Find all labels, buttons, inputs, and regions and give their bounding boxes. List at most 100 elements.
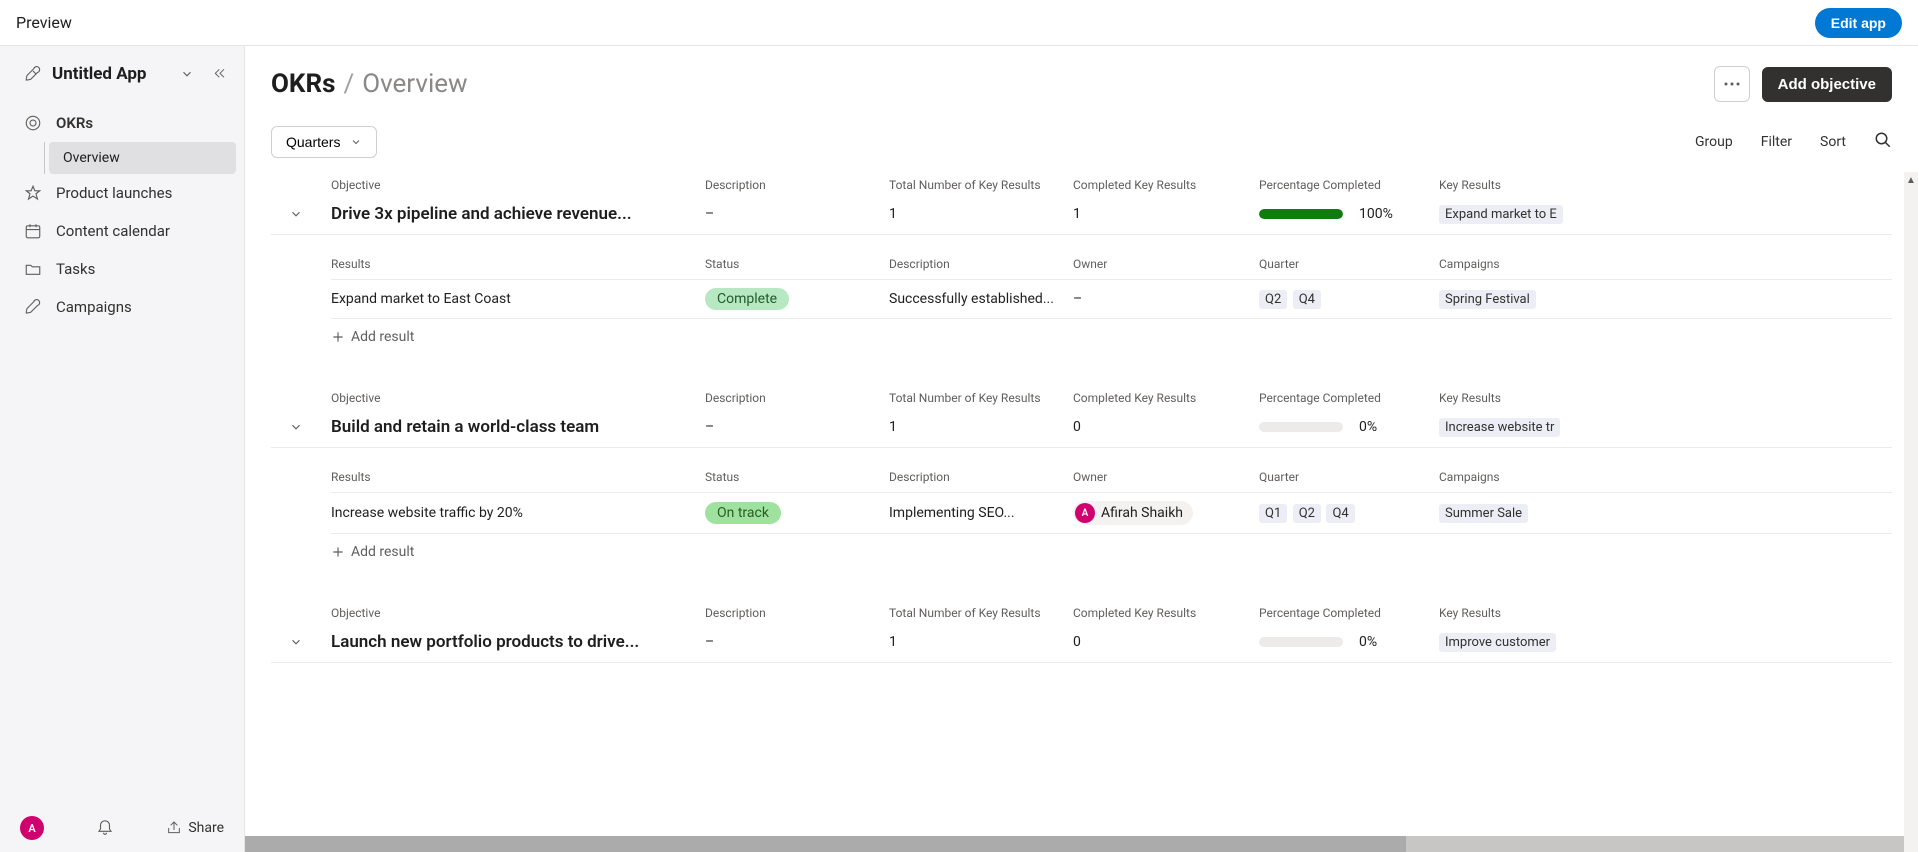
progress-bar: [1259, 422, 1343, 432]
sidebar-subitem-overview[interactable]: Overview: [49, 142, 236, 174]
breadcrumb-page: Overview: [362, 69, 467, 99]
campaign-tag[interactable]: Spring Festival: [1439, 290, 1536, 309]
topbar: Preview Edit app: [0, 0, 1918, 46]
objective-description: –: [705, 206, 889, 222]
result-description: Implementing SEO...: [889, 505, 1073, 521]
sidebar-footer: A Share: [0, 804, 244, 852]
quarter-tag[interactable]: Q4: [1326, 504, 1354, 523]
campaign-tag[interactable]: Summer Sale: [1439, 504, 1528, 523]
sidebar-item-tasks[interactable]: Tasks: [8, 250, 236, 288]
col-owner: Owner: [1073, 470, 1259, 484]
filter-button[interactable]: Filter: [1761, 134, 1792, 150]
expand-toggle[interactable]: [271, 635, 331, 649]
col-objective: Objective: [331, 606, 705, 620]
pct-text: 0%: [1359, 634, 1377, 650]
quarter-tag[interactable]: Q4: [1293, 290, 1321, 309]
col-description: Description: [705, 178, 889, 192]
scroll-up-arrow[interactable]: ▲: [1904, 172, 1918, 188]
col-objective: Objective: [331, 178, 705, 192]
objective-row[interactable]: Build and retain a world-class team–100%…: [271, 411, 1892, 448]
col-completed: Completed Key Results: [1073, 606, 1259, 620]
rocket-icon: [24, 298, 42, 316]
col-completed: Completed Key Results: [1073, 391, 1259, 405]
plus-icon: [331, 545, 345, 559]
quarters-dropdown[interactable]: Quarters: [271, 126, 377, 158]
objective-row[interactable]: Launch new portfolio products to drive..…: [271, 626, 1892, 663]
result-status: On track: [705, 502, 889, 524]
toolbar: Quarters Group Filter Sort: [245, 126, 1918, 172]
result-campaigns: Summer Sale: [1439, 504, 1599, 523]
result-name: Expand market to East Coast: [331, 291, 705, 307]
key-result-tag[interactable]: Improve customer: [1439, 633, 1556, 652]
objective-key-results: Improve customer: [1439, 633, 1599, 652]
breadcrumb-root[interactable]: OKRs: [271, 69, 335, 99]
objective-pct: 0%: [1259, 419, 1439, 435]
col-status: Status: [705, 257, 889, 271]
sidebar-item-campaigns[interactable]: Campaigns: [8, 288, 236, 326]
result-owner: AAfirah Shaikh: [1073, 501, 1259, 525]
objective-description: –: [705, 634, 889, 650]
objective-header-row: ObjectiveDescriptionTotal Number of Key …: [271, 172, 1892, 198]
horizontal-scrollbar[interactable]: [245, 836, 1904, 852]
objective-header-row: ObjectiveDescriptionTotal Number of Key …: [271, 600, 1892, 626]
add-result-button[interactable]: Add result: [331, 534, 1892, 570]
sidebar-item-label: OKRs: [56, 114, 93, 132]
target-icon: [24, 114, 42, 132]
objective-key-results: Increase website tr: [1439, 418, 1599, 437]
objective-group: ObjectiveDescriptionTotal Number of Key …: [271, 385, 1918, 570]
col-res-description: Description: [889, 257, 1073, 271]
edit-app-button[interactable]: Edit app: [1815, 8, 1902, 38]
preview-label: Preview: [16, 13, 72, 32]
objective-row[interactable]: Drive 3x pipeline and achieve revenue...…: [271, 198, 1892, 235]
sidebar-item-okrs[interactable]: OKRs: [8, 104, 236, 142]
objective-total: 1: [889, 634, 1073, 650]
col-pct: Percentage Completed: [1259, 391, 1439, 405]
plus-icon: [331, 330, 345, 344]
sort-button[interactable]: Sort: [1820, 134, 1846, 150]
objective-total: 1: [889, 206, 1073, 222]
quarter-tag[interactable]: Q2: [1259, 290, 1287, 309]
main-area: OKRs / Overview Add objective Quarters G…: [245, 46, 1918, 852]
search-button[interactable]: [1874, 131, 1892, 153]
objective-pct: 100%: [1259, 206, 1439, 222]
sidebar-item-product-launches[interactable]: Product launches: [8, 174, 236, 212]
chevron-down-icon[interactable]: [180, 67, 194, 81]
more-options-button[interactable]: [1714, 66, 1750, 102]
result-row[interactable]: Expand market to East CoastCompleteSucce…: [331, 279, 1892, 319]
expand-toggle[interactable]: [271, 420, 331, 434]
col-pct: Percentage Completed: [1259, 178, 1439, 192]
objective-completed: 0: [1073, 419, 1259, 435]
owner-avatar: A: [1075, 503, 1095, 523]
key-result-tag[interactable]: Expand market to E: [1439, 205, 1563, 224]
quarter-tag[interactable]: Q2: [1293, 504, 1321, 523]
quarter-tag[interactable]: Q1: [1259, 504, 1287, 523]
share-icon: [166, 820, 182, 836]
collapse-sidebar-icon[interactable]: [212, 66, 228, 82]
search-icon: [1874, 131, 1892, 149]
app-title[interactable]: Untitled App: [52, 64, 170, 84]
quarters-label: Quarters: [286, 134, 340, 150]
col-quarter: Quarter: [1259, 257, 1439, 271]
owner-chip[interactable]: AAfirah Shaikh: [1073, 501, 1193, 525]
result-row[interactable]: Increase website traffic by 20%On trackI…: [331, 492, 1892, 534]
add-objective-button[interactable]: Add objective: [1762, 67, 1892, 102]
col-key-results: Key Results: [1439, 606, 1599, 620]
notifications-button[interactable]: [96, 817, 114, 839]
rocket-icon: [24, 65, 42, 83]
objective-title: Launch new portfolio products to drive..…: [331, 632, 705, 652]
scrollbar-thumb[interactable]: [245, 836, 1406, 852]
sidebar-item-label: Campaigns: [56, 298, 132, 316]
objective-total: 1: [889, 419, 1073, 435]
key-result-tag[interactable]: Increase website tr: [1439, 418, 1560, 437]
vertical-scrollbar[interactable]: ▲: [1904, 172, 1918, 852]
objective-key-results: Expand market to E: [1439, 205, 1599, 224]
pct-text: 100%: [1359, 206, 1393, 222]
add-result-button[interactable]: Add result: [331, 319, 1892, 355]
group-button[interactable]: Group: [1695, 134, 1733, 150]
expand-toggle[interactable]: [271, 207, 331, 221]
user-avatar[interactable]: A: [20, 816, 44, 840]
sidebar-nav: OKRs OverviewProduct launchesContent cale…: [0, 104, 244, 804]
sidebar-item-content-calendar[interactable]: Content calendar: [8, 212, 236, 250]
share-button[interactable]: Share: [166, 820, 224, 836]
add-result-label: Add result: [351, 544, 414, 560]
